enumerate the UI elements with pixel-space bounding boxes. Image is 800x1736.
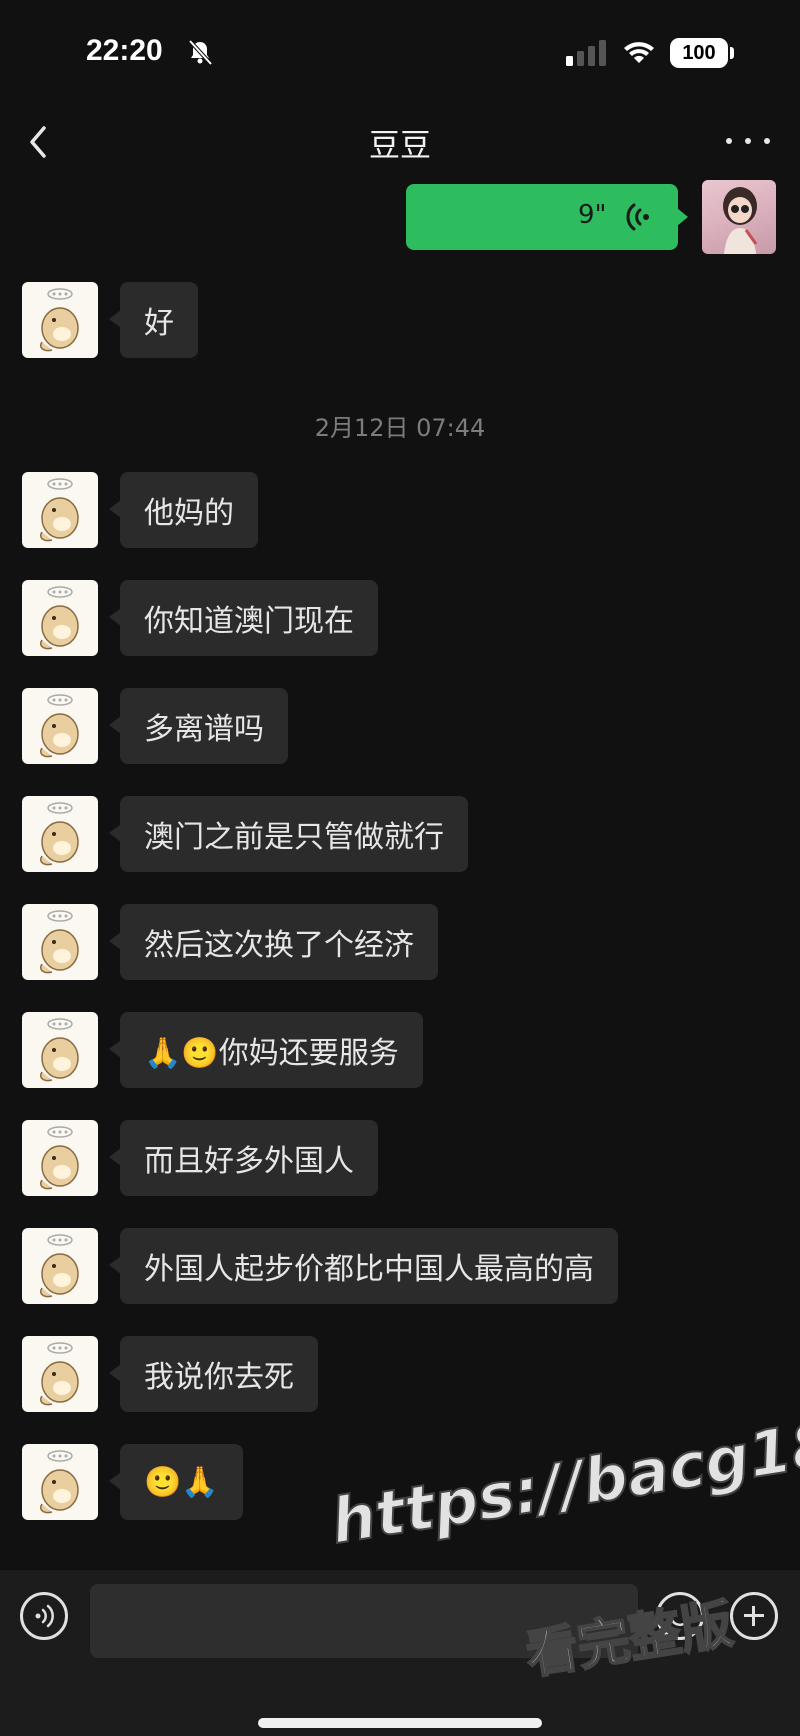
bell-off-icon xyxy=(188,39,213,66)
voice-duration: 9" xyxy=(578,200,607,230)
cat-sticker-avatar-image xyxy=(40,288,79,352)
my-avatar[interactable] xyxy=(702,180,776,254)
cat-sticker-avatar-image xyxy=(40,1342,79,1406)
contact-avatar[interactable] xyxy=(22,1228,98,1304)
status-bar: 22:20 100 xyxy=(0,0,800,100)
cat-sticker-avatar-image xyxy=(40,910,79,974)
home-indicator[interactable] xyxy=(258,1718,542,1728)
contact-avatar[interactable] xyxy=(22,796,98,872)
battery-level: 100 xyxy=(670,38,728,68)
battery-tip xyxy=(730,47,734,59)
received-message-bubble[interactable]: 🙏🙂你妈还要服务 xyxy=(109,1012,423,1088)
received-message-bubble[interactable]: 而且好多外国人 xyxy=(109,1120,378,1196)
cat-sticker-avatar-image xyxy=(40,802,79,866)
sent-voice-message[interactable]: 9" xyxy=(406,184,688,250)
cat-sticker-avatar-image xyxy=(40,1234,79,1298)
received-message-bubble[interactable]: 外国人起步价都比中国人最高的高 xyxy=(109,1228,618,1304)
contact-avatar[interactable] xyxy=(22,688,98,764)
contact-avatar[interactable] xyxy=(22,1012,98,1088)
contact-avatar[interactable] xyxy=(22,472,98,548)
contact-avatar[interactable] xyxy=(22,1120,98,1196)
received-message-bubble[interactable]: 然后这次换了个经济 xyxy=(109,904,438,980)
contact-avatar[interactable] xyxy=(22,1336,98,1412)
more-options-icon[interactable] xyxy=(726,124,770,158)
cat-sticker-avatar-image xyxy=(40,1018,79,1082)
chat-header: 豆豆 xyxy=(0,100,800,180)
status-time: 22:20 xyxy=(86,34,163,67)
received-message-bubble[interactable]: 你知道澳门现在 xyxy=(109,580,378,656)
received-message-bubble[interactable]: 他妈的 xyxy=(109,472,258,548)
contact-avatar[interactable] xyxy=(22,904,98,980)
contact-avatar[interactable] xyxy=(22,1444,98,1520)
bubble-tail xyxy=(677,208,688,226)
voice-input-toggle-icon[interactable] xyxy=(20,1592,68,1640)
contact-avatar[interactable] xyxy=(22,580,98,656)
received-message-bubble[interactable]: 好 xyxy=(109,282,198,358)
cat-sticker-avatar-image xyxy=(40,1450,79,1514)
cat-sticker-avatar-image xyxy=(40,478,79,542)
cat-sticker-avatar-image xyxy=(40,586,79,650)
chat-title: 豆豆 xyxy=(369,128,431,164)
voice-wave-icon xyxy=(35,1604,54,1628)
plus-icon[interactable] xyxy=(730,1592,778,1640)
contact-avatar[interactable] xyxy=(22,282,98,358)
received-message-bubble[interactable]: 🙂🙏 xyxy=(109,1444,243,1520)
cat-sticker-avatar-image xyxy=(40,1126,79,1190)
my-avatar-image xyxy=(723,187,758,254)
received-message-bubble[interactable]: 多离谱吗 xyxy=(109,688,288,764)
message-timestamp: 2月12日 07:44 xyxy=(314,414,486,442)
received-message-bubble[interactable]: 我说你去死 xyxy=(109,1336,318,1412)
voice-wave-icon xyxy=(626,203,649,231)
wifi-icon xyxy=(624,42,654,63)
cellular-signal-icon xyxy=(566,40,606,66)
received-message-bubble[interactable]: 澳门之前是只管做就行 xyxy=(109,796,468,872)
watermark-url: https://bacg18.com xyxy=(325,1379,800,1559)
cat-sticker-avatar-image xyxy=(40,694,79,758)
